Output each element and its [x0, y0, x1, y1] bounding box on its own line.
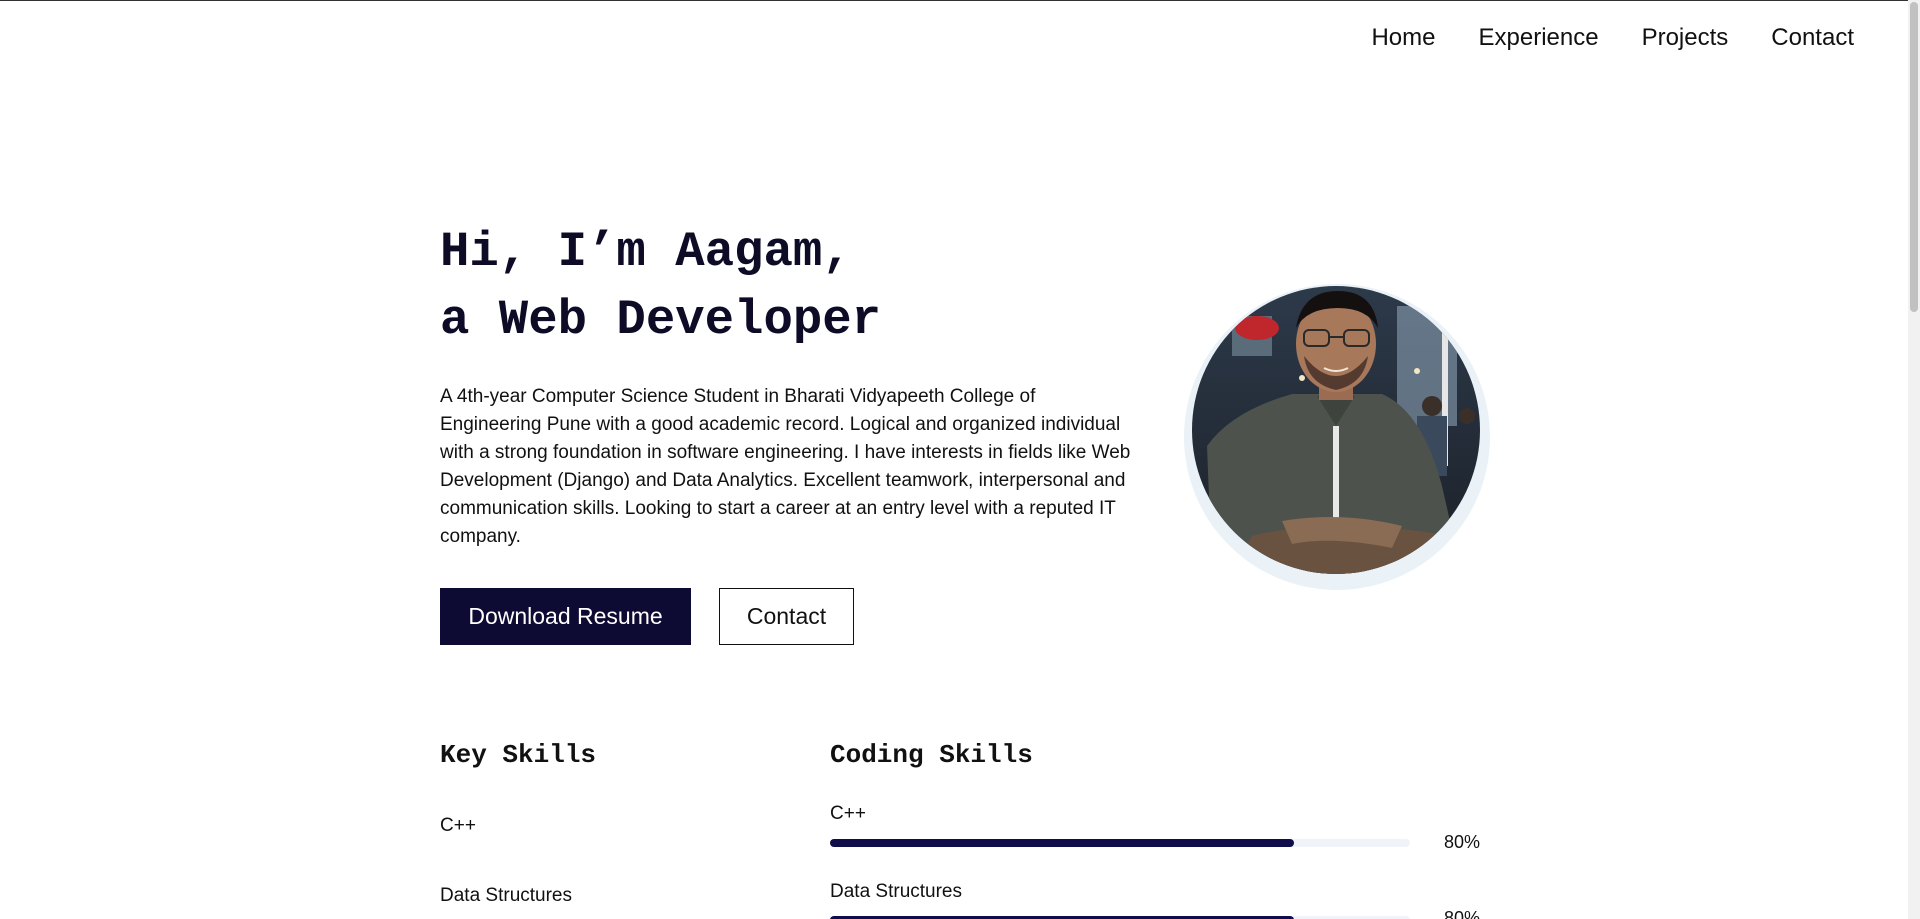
coding-skill-label: C++ [830, 803, 866, 824]
nav-projects[interactable]: Projects [1642, 24, 1729, 52]
nav-home[interactable]: Home [1371, 24, 1435, 52]
coding-skill-progress-fill [830, 839, 1294, 847]
profile-photo [1192, 286, 1480, 574]
main-nav: Home Experience Projects Contact [1371, 24, 1854, 52]
key-skill-item: Data Structures [440, 885, 572, 906]
key-skills-title: Key Skills [440, 740, 597, 770]
coding-skill-percent: 80% [1444, 908, 1481, 919]
hero-title: Hi, I’m Aagam, a Web Developer [440, 218, 881, 354]
coding-skills-title: Coding Skills [830, 740, 1033, 770]
scrollbar-thumb[interactable] [1910, 2, 1918, 312]
page-scrollbar[interactable] [1908, 0, 1920, 919]
download-resume-button[interactable]: Download Resume [440, 588, 691, 645]
hero-description: A 4th-year Computer Science Student in B… [440, 386, 1131, 547]
coding-skill-label: Data Structures [830, 881, 962, 902]
nav-contact[interactable]: Contact [1771, 24, 1854, 52]
coding-skill-progress-track [830, 839, 1410, 847]
top-border [0, 0, 1920, 1]
hero-title-line-1: Hi, I’m Aagam, [440, 224, 852, 280]
coding-skill-percent: 80% [1444, 832, 1481, 852]
contact-button[interactable]: Contact [719, 588, 854, 645]
nav-experience[interactable]: Experience [1479, 24, 1599, 52]
key-skill-item: C++ [440, 815, 476, 836]
hero-title-line-2: a Web Developer [440, 292, 882, 348]
